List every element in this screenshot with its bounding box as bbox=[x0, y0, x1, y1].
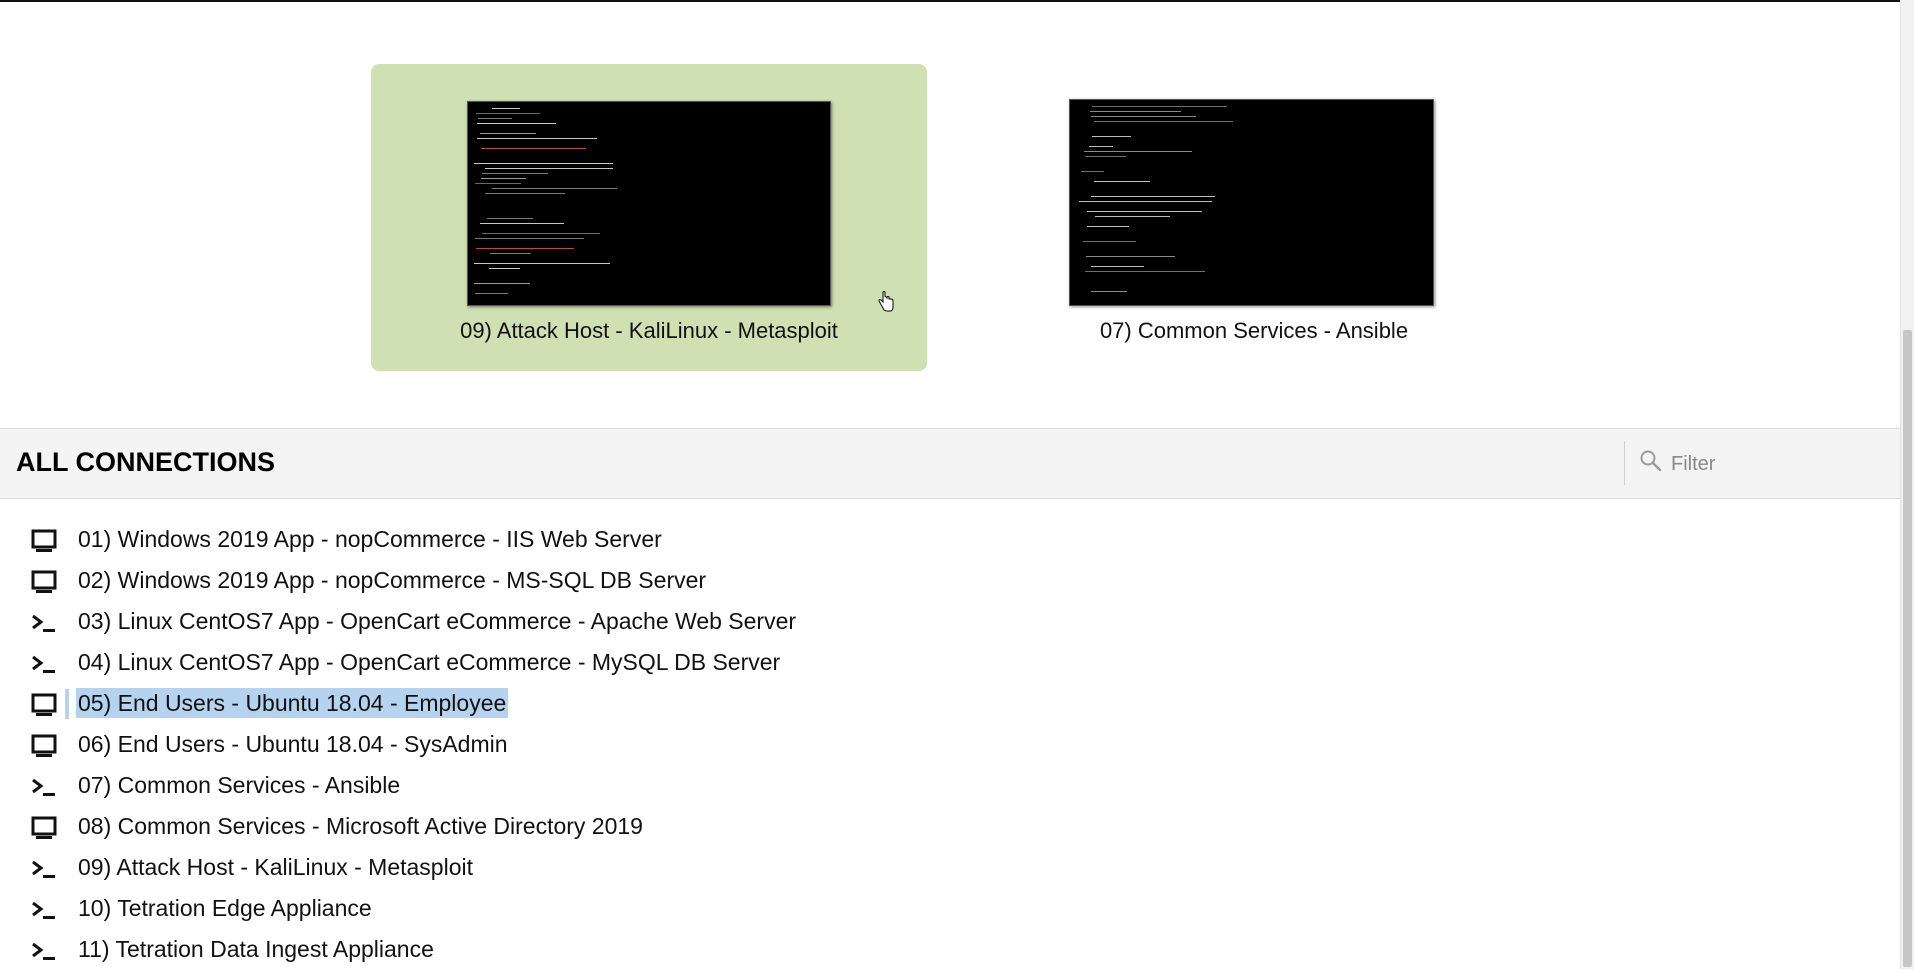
terminal-text-line bbox=[1085, 271, 1205, 272]
terminal-text-line bbox=[477, 123, 556, 124]
terminal-text-line bbox=[474, 283, 530, 284]
desktop-icon bbox=[31, 693, 57, 716]
terminal-text-line bbox=[1084, 151, 1192, 152]
terminal-text-line bbox=[1087, 226, 1129, 227]
desktop-icon bbox=[31, 529, 57, 552]
connection-row[interactable]: 03) Linux CentOS7 App - OpenCart eCommer… bbox=[0, 602, 900, 642]
terminal-text-line bbox=[1091, 116, 1196, 117]
terminal-icon bbox=[32, 901, 55, 919]
terminal-text-line bbox=[490, 253, 531, 254]
terminal-text-line bbox=[481, 178, 526, 179]
connection-thumbnail bbox=[1069, 99, 1434, 306]
terminal-text-line bbox=[1081, 171, 1104, 172]
desktop-icon bbox=[31, 816, 57, 839]
terminal-text-line bbox=[475, 293, 508, 294]
connection-row-selected[interactable]: 05) End Users - Ubuntu 18.04 - Employee bbox=[0, 684, 900, 724]
connection-label[interactable]: 09) Attack Host - KaliLinux - Metasploit bbox=[76, 852, 475, 882]
terminal-text-line bbox=[1089, 146, 1113, 147]
terminal-text-line bbox=[482, 233, 600, 234]
terminal-text-line bbox=[478, 118, 512, 119]
terminal-icon bbox=[32, 778, 55, 796]
recent-connection-label: 07) Common Services - Ansible bbox=[1099, 318, 1409, 343]
recent-connection-tile-attack-host[interactable]: 09) Attack Host - KaliLinux - Metasploit bbox=[371, 64, 927, 371]
terminal-text-line bbox=[487, 218, 533, 219]
terminal-icon bbox=[32, 942, 55, 960]
connection-label[interactable]: 11) Tetration Data Ingest Appliance bbox=[76, 934, 436, 964]
connection-row[interactable]: 10) Tetration Edge Appliance bbox=[0, 889, 900, 929]
terminal-text-line bbox=[1086, 256, 1175, 257]
terminal-text-line bbox=[1087, 211, 1202, 212]
terminal-text-line bbox=[1083, 241, 1136, 242]
terminal-text-line bbox=[1090, 111, 1181, 112]
terminal-text-line bbox=[482, 173, 548, 174]
filter-input[interactable] bbox=[1669, 447, 1893, 481]
terminal-text-line bbox=[475, 183, 521, 184]
connection-label[interactable]: 07) Common Services - Ansible bbox=[76, 770, 402, 800]
terminal-text-line bbox=[1091, 196, 1215, 197]
all-connections-header: ALL CONNECTIONS bbox=[0, 428, 1900, 499]
connection-row[interactable]: 07) Common Services - Ansible bbox=[0, 766, 900, 806]
desktop-icon bbox=[31, 734, 57, 757]
search-icon bbox=[1640, 450, 1662, 472]
filter-box bbox=[1624, 441, 1901, 485]
hand-cursor-icon bbox=[878, 291, 894, 312]
terminal-text-line bbox=[480, 223, 564, 224]
terminal-text-line bbox=[475, 238, 584, 239]
terminal-icon bbox=[32, 655, 55, 673]
terminal-text-line bbox=[1092, 106, 1227, 107]
scrollbar-thumb[interactable] bbox=[1903, 330, 1912, 967]
connection-label[interactable]: 06) End Users - Ubuntu 18.04 - SysAdmin bbox=[76, 729, 510, 759]
terminal-text-line bbox=[474, 263, 610, 264]
terminal-text-line bbox=[489, 268, 520, 269]
terminal-text-line bbox=[476, 113, 540, 114]
recent-connection-label: 09) Attack Host - KaliLinux - Metasploit bbox=[460, 318, 838, 343]
home-page: 09) Attack Host - KaliLinux - Metasploit… bbox=[0, 0, 1900, 969]
terminal-text-line bbox=[1092, 136, 1131, 137]
terminal-text-line bbox=[1085, 156, 1126, 157]
terminal-text-line bbox=[477, 138, 597, 139]
terminal-icon bbox=[32, 860, 55, 878]
connection-label[interactable]: 05) End Users - Ubuntu 18.04 - Employee bbox=[76, 688, 509, 718]
connection-label[interactable]: 04) Linux CentOS7 App - OpenCart eCommer… bbox=[76, 647, 782, 677]
terminal-text-line bbox=[1091, 291, 1127, 292]
section-title: ALL CONNECTIONS bbox=[16, 447, 276, 477]
terminal-text-line bbox=[492, 188, 617, 189]
terminal-text-line bbox=[1094, 121, 1233, 122]
connection-row[interactable]: 01) Windows 2019 App - nopCommerce - IIS… bbox=[0, 520, 900, 560]
connection-row[interactable]: 09) Attack Host - KaliLinux - Metasploit bbox=[0, 848, 900, 888]
vertical-scrollbar[interactable] bbox=[1900, 0, 1914, 969]
connection-row[interactable]: 08) Common Services - Microsoft Active D… bbox=[0, 807, 900, 847]
connection-row[interactable]: 11) Tetration Data Ingest Appliance bbox=[0, 930, 900, 970]
connection-row[interactable]: 02) Windows 2019 App - nopCommerce - MS-… bbox=[0, 561, 900, 601]
terminal-text-line bbox=[1079, 201, 1212, 202]
desktop-icon bbox=[31, 570, 57, 593]
terminal-icon bbox=[32, 614, 55, 632]
connection-label[interactable]: 08) Common Services - Microsoft Active D… bbox=[76, 811, 645, 841]
connection-label[interactable]: 10) Tetration Edge Appliance bbox=[76, 893, 374, 923]
terminal-text-line bbox=[1091, 266, 1144, 267]
terminal-text-line bbox=[485, 168, 613, 169]
connection-thumbnail bbox=[467, 101, 831, 306]
selection-marker bbox=[65, 689, 69, 719]
terminal-text-line bbox=[1094, 181, 1150, 182]
terminal-text-line bbox=[485, 193, 565, 194]
connection-label[interactable]: 02) Windows 2019 App - nopCommerce - MS-… bbox=[76, 565, 708, 595]
terminal-text-line bbox=[492, 108, 520, 109]
connection-row[interactable]: 04) Linux CentOS7 App - OpenCart eCommer… bbox=[0, 643, 900, 683]
terminal-text-line bbox=[1095, 216, 1170, 217]
terminal-text-line bbox=[480, 133, 536, 134]
recent-connection-tile-ansible[interactable]: 07) Common Services - Ansible bbox=[976, 64, 1532, 371]
connection-label[interactable]: 01) Windows 2019 App - nopCommerce - IIS… bbox=[76, 524, 664, 554]
terminal-text-line bbox=[481, 148, 586, 149]
terminal-text-line bbox=[476, 248, 574, 249]
connection-row[interactable]: 06) End Users - Ubuntu 18.04 - SysAdmin bbox=[0, 725, 900, 765]
terminal-text-line bbox=[474, 163, 613, 164]
connection-label[interactable]: 03) Linux CentOS7 App - OpenCart eCommer… bbox=[76, 606, 798, 636]
